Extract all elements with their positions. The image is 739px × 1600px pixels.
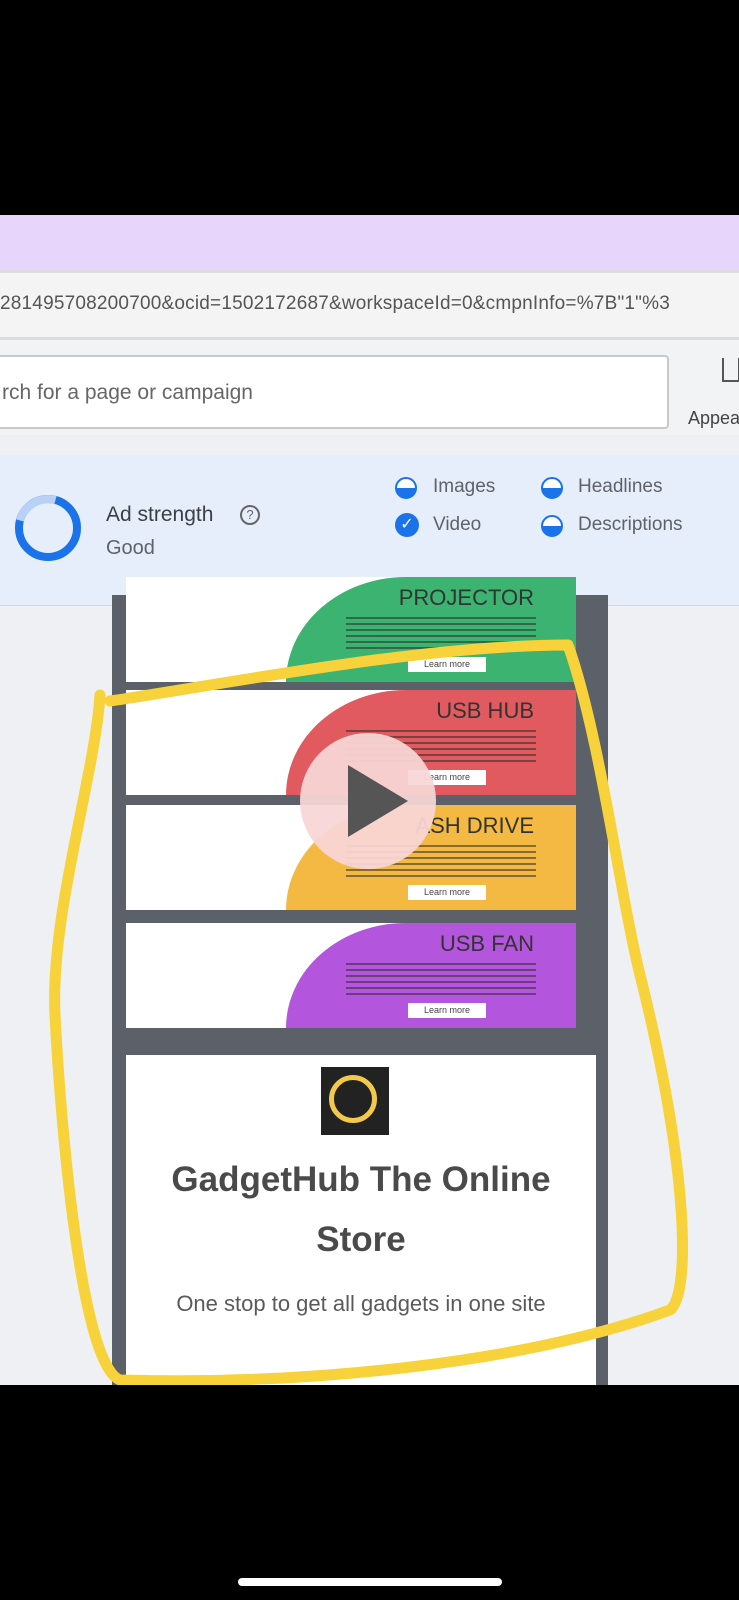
- annotation-outline: [49, 639, 688, 1385]
- screen: 281495708200700&ocid=1502172687&workspac…: [0, 215, 739, 1385]
- home-indicator[interactable]: [238, 1578, 502, 1586]
